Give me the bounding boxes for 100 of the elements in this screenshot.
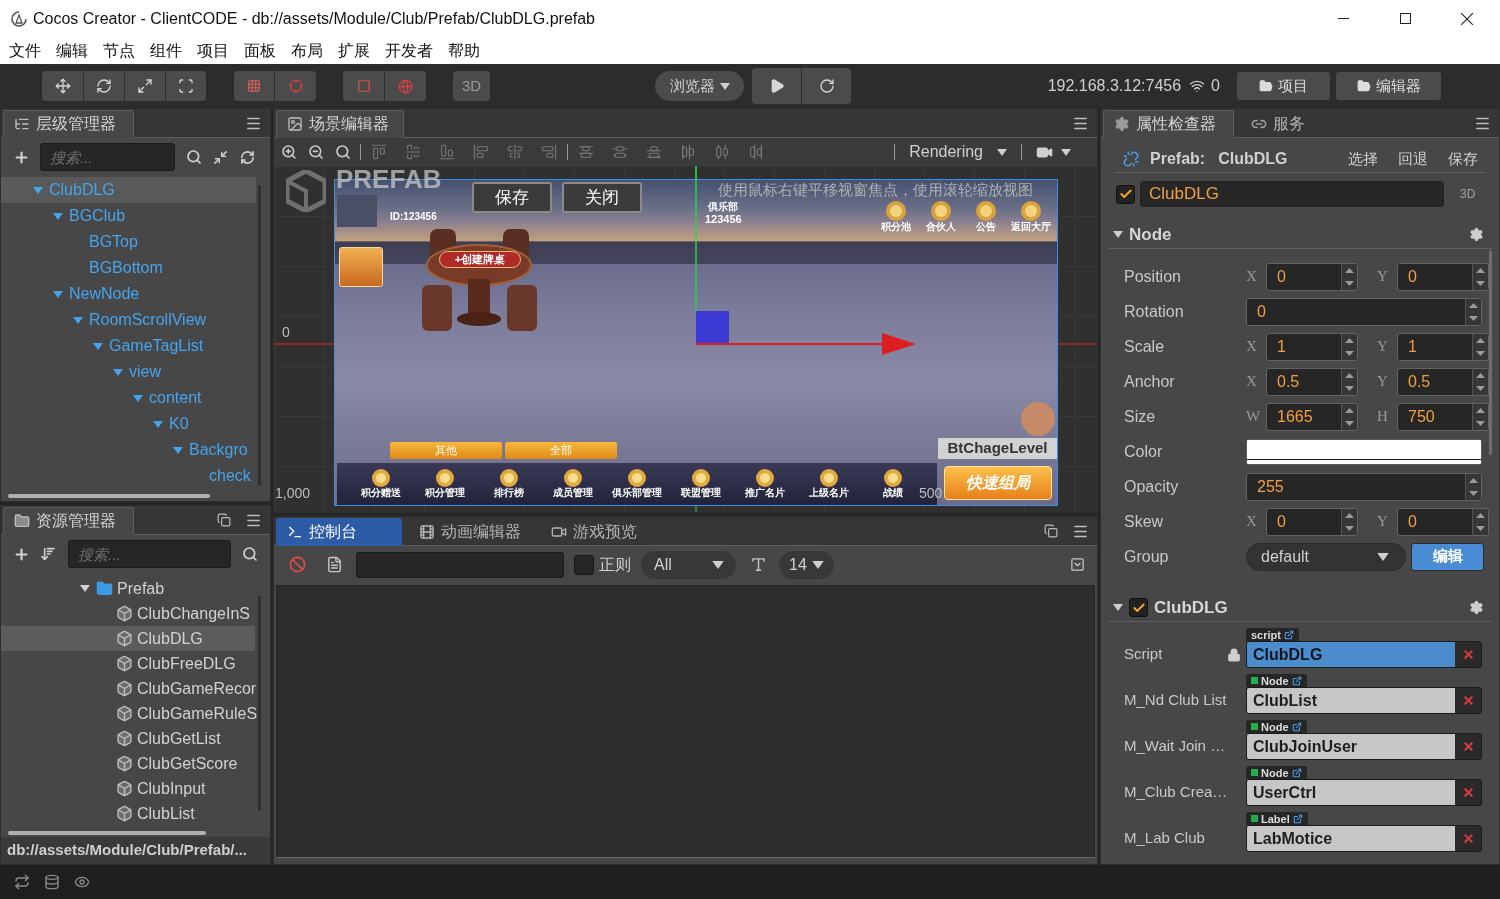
prefab-action-button[interactable]: 选择 xyxy=(1348,147,1378,171)
number-field[interactable]: 0 xyxy=(1266,507,1358,536)
align-center-icon[interactable] xyxy=(507,144,523,160)
spinner-arrows-icon[interactable] xyxy=(1345,267,1354,286)
panel-tab[interactable]: 游戏预览 xyxy=(540,518,644,546)
tree-item[interactable]: BGClub xyxy=(1,203,256,229)
collapse-icon[interactable] xyxy=(213,149,228,165)
number-field[interactable]: 1 xyxy=(1397,332,1489,361)
sort-icon[interactable] xyxy=(40,546,56,562)
spinner-arrows-icon[interactable] xyxy=(1345,337,1354,356)
menu-item[interactable]: 布局 xyxy=(291,38,323,63)
distribute-left-icon[interactable] xyxy=(680,144,696,160)
menu-item[interactable]: 节点 xyxy=(103,38,135,63)
distribute-middle-icon[interactable] xyxy=(612,144,628,160)
database-icon[interactable] xyxy=(44,874,60,890)
spinner-arrows-icon[interactable] xyxy=(1476,512,1485,531)
align-top-icon[interactable] xyxy=(371,144,387,160)
asset-item[interactable]: ClubList xyxy=(1,801,255,826)
render-mode-dropdown[interactable]: Rendering xyxy=(909,140,1007,164)
asset-item[interactable]: ClubDLG xyxy=(1,626,255,651)
refresh-button[interactable] xyxy=(802,68,851,104)
object-field[interactable]: LabMotice xyxy=(1246,825,1482,852)
sync-icon[interactable] xyxy=(14,874,30,890)
popout-icon[interactable] xyxy=(217,513,231,527)
tree-item[interactable]: view xyxy=(1,359,256,385)
settings-icon[interactable] xyxy=(1469,227,1484,242)
spinner-arrows-icon[interactable] xyxy=(1345,512,1354,531)
object-field[interactable]: ClubList xyxy=(1246,687,1482,714)
prefab-action-button[interactable]: 保存 xyxy=(1448,147,1478,171)
collapse-icon[interactable] xyxy=(1070,557,1085,572)
spinner-arrows-icon[interactable] xyxy=(1476,372,1485,391)
color-swatch[interactable] xyxy=(1246,438,1482,465)
caret-icon[interactable] xyxy=(53,290,63,298)
number-field[interactable]: 0 xyxy=(1266,262,1358,291)
caret-icon[interactable] xyxy=(153,420,163,428)
checkbox[interactable] xyxy=(1129,598,1148,617)
rect-tool-button[interactable] xyxy=(166,71,206,101)
menu-item[interactable]: 项目 xyxy=(197,38,229,63)
tree-item[interactable]: NewNode xyxy=(1,281,256,307)
asset-item[interactable]: ClubGameRecor xyxy=(1,676,255,701)
rotate-tool-button[interactable] xyxy=(84,71,124,101)
panel-tab[interactable]: 场景编辑器 xyxy=(276,110,404,138)
type-tag[interactable]: script xyxy=(1246,628,1299,641)
panel-tab[interactable]: 动画编辑器 xyxy=(408,518,536,546)
xy-move-handle[interactable] xyxy=(696,311,729,344)
play-button[interactable] xyxy=(752,68,801,104)
spinner-arrows-icon[interactable] xyxy=(1469,302,1478,321)
menu-item[interactable]: 帮助 xyxy=(448,38,480,63)
align-right-icon[interactable] xyxy=(541,144,557,160)
preview-target-dropdown[interactable]: 浏览器 xyxy=(655,71,744,101)
checkbox[interactable] xyxy=(574,554,594,575)
add-icon[interactable] xyxy=(13,148,30,166)
search-icon[interactable] xyxy=(186,149,202,165)
caret-icon[interactable] xyxy=(1113,604,1123,611)
eye-icon[interactable] xyxy=(74,874,90,890)
tree-item[interactable]: BGTop xyxy=(1,229,256,255)
menu-item[interactable]: 文件 xyxy=(9,38,41,63)
caret-icon[interactable] xyxy=(133,394,143,402)
prefab-action-button[interactable]: 回退 xyxy=(1398,147,1428,171)
panel-tab[interactable]: 资源管理器 xyxy=(3,507,134,535)
distribute-right-icon[interactable] xyxy=(748,144,764,160)
number-field[interactable]: 0.5 xyxy=(1266,367,1358,396)
filter-field[interactable] xyxy=(356,551,564,578)
number-field[interactable]: 1 xyxy=(1266,332,1358,361)
caret-icon[interactable] xyxy=(53,212,63,220)
asset-item[interactable]: ClubInput xyxy=(1,776,255,801)
spinner-arrows-icon[interactable] xyxy=(1476,407,1485,426)
number-field[interactable]: 1665 xyxy=(1266,402,1358,431)
number-field[interactable]: 0 xyxy=(1246,297,1482,326)
number-field[interactable]: 750 xyxy=(1397,402,1489,431)
object-field[interactable]: ClubDLG xyxy=(1246,641,1482,668)
y-axis-handle[interactable] xyxy=(695,166,697,312)
checkbox[interactable] xyxy=(1116,184,1135,204)
search-icon[interactable] xyxy=(242,546,258,562)
type-tag[interactable]: Node xyxy=(1246,766,1307,779)
scrollbar[interactable] xyxy=(1489,250,1492,455)
search-field[interactable]: 搜索... xyxy=(40,143,175,171)
scale-tool-button[interactable] xyxy=(125,71,165,101)
scrollbar[interactable] xyxy=(8,494,210,498)
panel-tab[interactable]: 服务 xyxy=(1240,110,1316,138)
edit-button[interactable]: 编辑 xyxy=(1411,542,1484,571)
asset-item[interactable]: ClubGameRuleS xyxy=(1,701,255,726)
panel-tab[interactable]: 控制台 xyxy=(276,518,402,546)
align-bottom-icon[interactable] xyxy=(439,144,455,160)
spinner-arrows-icon[interactable] xyxy=(1345,372,1354,391)
add-icon[interactable] xyxy=(13,545,30,563)
caret-icon[interactable] xyxy=(93,342,103,350)
spinner-arrows-icon[interactable] xyxy=(1476,267,1485,286)
caret-icon[interactable] xyxy=(80,585,90,592)
popout-icon[interactable] xyxy=(1044,524,1058,538)
asset-item[interactable]: ClubGetList xyxy=(1,726,255,751)
document-icon[interactable] xyxy=(326,556,343,573)
open-folder-button[interactable]: 项目 xyxy=(1237,72,1330,100)
number-field[interactable]: 0.5 xyxy=(1397,367,1489,396)
type-tag[interactable]: Label xyxy=(1246,812,1308,825)
refresh-icon[interactable] xyxy=(240,149,255,165)
asset-item[interactable]: ClubGetScore xyxy=(1,751,255,776)
group-dropdown[interactable]: default xyxy=(1246,542,1406,571)
caret-icon[interactable] xyxy=(113,368,123,376)
object-field[interactable]: ClubJoinUser xyxy=(1246,733,1482,760)
